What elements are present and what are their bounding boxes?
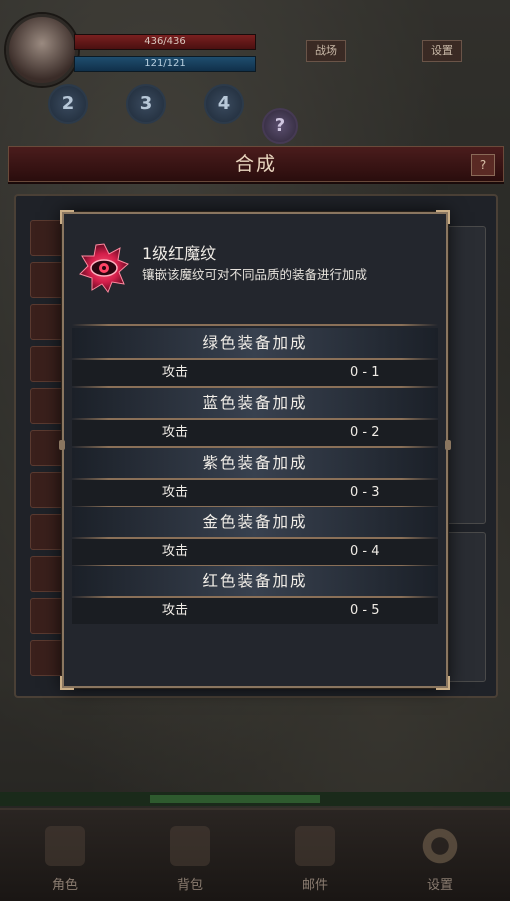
synthesis-header: 合成 ? bbox=[8, 146, 504, 182]
nav-label: 设置 bbox=[426, 878, 453, 893]
stat-row: 攻击 0 - 4 bbox=[72, 539, 438, 565]
stat-name: 攻击 bbox=[162, 365, 189, 380]
bag-icon bbox=[170, 826, 210, 866]
frame-rivet bbox=[445, 440, 451, 450]
stat-value: 0 - 2 bbox=[350, 425, 380, 440]
frame-rivet bbox=[59, 440, 65, 450]
hud-settings-button[interactable]: 设置 bbox=[422, 40, 462, 62]
frame-corner bbox=[436, 676, 450, 690]
synthesis-help-button[interactable]: ? bbox=[471, 154, 495, 176]
stat-name: 攻击 bbox=[162, 485, 189, 500]
bonus-section-header: 金色装备加成 bbox=[72, 507, 438, 537]
battlefield-button[interactable]: 战场 bbox=[306, 40, 346, 62]
character-icon bbox=[45, 826, 85, 866]
stat-row: 攻击 0 - 1 bbox=[72, 360, 438, 386]
frame-corner bbox=[60, 210, 74, 224]
bonus-section-header: 红色装备加成 bbox=[72, 566, 438, 596]
frame-corner bbox=[60, 676, 74, 690]
stat-value: 0 - 1 bbox=[350, 365, 380, 380]
stat-row: 攻击 0 - 5 bbox=[72, 598, 438, 624]
gear-icon bbox=[420, 826, 460, 866]
bonus-section-header: 绿色装备加成 bbox=[72, 328, 438, 358]
divider bbox=[72, 324, 438, 326]
frame-corner bbox=[436, 210, 450, 224]
recipe-panel bbox=[444, 226, 486, 524]
stat-value: 0 - 4 bbox=[350, 544, 380, 559]
player-avatar[interactable] bbox=[6, 14, 78, 86]
exp-strip bbox=[0, 792, 510, 806]
skill-slot-2[interactable]: 2 bbox=[48, 84, 88, 124]
bonus-section-header: 紫色装备加成 bbox=[72, 448, 438, 478]
stat-value: 0 - 5 bbox=[350, 603, 380, 618]
bonus-section-header: 蓝色装备加成 bbox=[72, 388, 438, 418]
item-description: 镶嵌该魔纹可对不同品质的装备进行加成 bbox=[142, 267, 368, 282]
hp-text: 436/436 bbox=[144, 36, 186, 47]
exp-bar bbox=[150, 795, 320, 803]
nav-item-bag[interactable]: 背包 bbox=[145, 810, 235, 901]
mp-text: 121/121 bbox=[144, 58, 186, 69]
nav-label: 邮件 bbox=[301, 878, 328, 893]
nav-item-mail[interactable]: 邮件 bbox=[270, 810, 360, 901]
item-tooltip: 1级红魔纹 镶嵌该魔纹可对不同品质的装备进行加成 绿色装备加成 攻击 0 - 1… bbox=[59, 210, 451, 690]
help-button[interactable]: ? bbox=[262, 108, 298, 144]
mail-icon bbox=[295, 826, 335, 866]
stat-name: 攻击 bbox=[162, 603, 189, 618]
stat-name: 攻击 bbox=[162, 544, 189, 559]
bottom-nav: 角色 背包 邮件 设置 bbox=[0, 808, 510, 901]
skill-slot-4[interactable]: 4 bbox=[204, 84, 244, 124]
stat-name: 攻击 bbox=[162, 425, 189, 440]
stat-row: 攻击 0 - 2 bbox=[72, 420, 438, 446]
result-panel bbox=[444, 532, 486, 682]
nav-item-settings[interactable]: 设置 bbox=[395, 810, 485, 901]
red-rune-icon bbox=[79, 243, 129, 294]
item-name: 1级红魔纹 bbox=[142, 244, 217, 263]
stat-row: 攻击 0 - 3 bbox=[72, 480, 438, 506]
nav-label: 角色 bbox=[51, 878, 78, 893]
hp-bar: 436/436 bbox=[74, 34, 256, 50]
nav-item-character[interactable]: 角色 bbox=[20, 810, 110, 901]
nav-label: 背包 bbox=[176, 878, 203, 893]
mp-bar: 121/121 bbox=[74, 56, 256, 72]
stat-value: 0 - 3 bbox=[350, 485, 380, 500]
skill-slot-3[interactable]: 3 bbox=[126, 84, 166, 124]
synthesis-title: 合成 bbox=[234, 153, 277, 175]
